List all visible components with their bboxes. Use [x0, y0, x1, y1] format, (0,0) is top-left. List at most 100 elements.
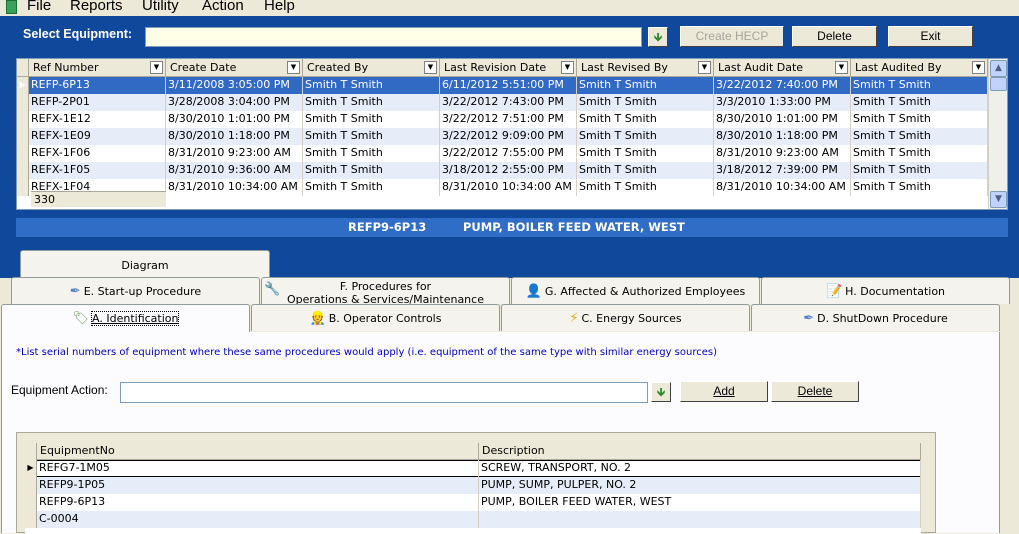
equipment-action-dropdown-button[interactable]: 🡻 [651, 382, 671, 402]
table-row[interactable]: C-0004 [25, 511, 921, 528]
column-header-last-revised-by[interactable]: Last Revised By ▼ [577, 59, 714, 77]
menu-utility[interactable]: Utility [142, 0, 179, 14]
tab-shutdown-procedure[interactable]: ✒ D. ShutDown Procedure [751, 304, 1000, 331]
table-row[interactable]: REFX-1E12 8/30/2010 1:01:00 PM Smith T Smi… [17, 111, 988, 128]
row-selector[interactable] [17, 179, 29, 196]
column-header-description[interactable]: Description [479, 443, 921, 460]
table-cell: 8/31/2010 10:34:00 AM [440, 179, 577, 196]
table-row[interactable]: REFP-2P01 3/28/2008 3:04:00 PM Smith T Smi… [17, 94, 988, 111]
table-row[interactable]: REFP9-6P13 PUMP, BOILER FEED WATER, WEST [25, 494, 921, 511]
row-selector[interactable] [17, 128, 29, 145]
table-row[interactable]: REFX-1F06 8/31/2010 9:23:00 AM Smith T Smi… [17, 145, 988, 162]
table-cell: Smith T Smith [303, 179, 440, 196]
table-cell [479, 511, 921, 528]
record-count: 330 [31, 191, 166, 207]
table-row[interactable]: REFP9-1P05 PUMP, SUMP, PULPER, NO. 2 [25, 477, 921, 494]
filter-dropdown-icon[interactable]: ▼ [561, 61, 574, 74]
tab-procedures-operations[interactable]: 🔧 F. Procedures for Operations & Service… [261, 277, 510, 306]
table-cell: 8/31/2010 10:34:00 AM [714, 179, 851, 196]
table-cell: Smith T Smith [851, 94, 988, 111]
column-header-last-audited-by[interactable]: Last Audited By ▼ [851, 59, 988, 77]
lightning-icon: ⚡ [569, 311, 579, 326]
column-header-created-by[interactable]: Created By ▼ [303, 59, 440, 77]
tab-diagram[interactable]: Diagram [20, 250, 270, 280]
delete-identification-button[interactable]: Delete [771, 381, 859, 402]
table-row[interactable]: ▶ REFP-6P13 3/11/2008 3:05:00 PM Smith T Sm… [17, 77, 988, 94]
add-button[interactable]: Add [680, 381, 768, 402]
exit-button[interactable]: Exit [888, 26, 973, 47]
column-header-last-audit-date[interactable]: Last Audit Date ▼ [714, 59, 851, 77]
table-cell: 8/31/2010 10:34:00 AM [166, 179, 303, 196]
table-cell: REFX-1E09 [29, 128, 166, 145]
row-selector[interactable]: ▶ [17, 77, 29, 94]
tab-startup-procedure[interactable]: ✒ E. Start-up Procedure [11, 277, 260, 304]
column-header-equipmentno[interactable]: EquipmentNo [37, 443, 479, 460]
row-selector[interactable] [25, 511, 37, 528]
table-cell: Smith T Smith [851, 111, 988, 128]
filter-dropdown-icon[interactable]: ▼ [698, 61, 711, 74]
table-cell: 3/18/2012 2:55:00 PM [440, 162, 577, 179]
scroll-up-icon[interactable]: ▲ [990, 60, 1007, 77]
table-cell: 3/22/2012 9:09:00 PM [440, 128, 577, 145]
grid-corner [17, 59, 29, 77]
tab-operator-controls[interactable]: 👷 B. Operator Controls [251, 304, 500, 331]
select-equipment-input[interactable] [145, 27, 642, 47]
scroll-down-icon[interactable]: ▼ [990, 191, 1007, 208]
table-cell: 3/22/2012 7:43:00 PM [440, 94, 577, 111]
table-cell: Smith T Smith [851, 77, 988, 94]
scroll-thumb[interactable] [990, 77, 1007, 91]
tab-documentation[interactable]: 📝 H. Documentation [761, 277, 1010, 304]
row-selector[interactable] [17, 111, 29, 128]
table-cell: 3/11/2008 3:05:00 PM [166, 77, 303, 94]
row-selector[interactable] [25, 477, 37, 494]
filter-dropdown-icon[interactable]: ▼ [972, 61, 985, 74]
tab-label: A. Identification [91, 311, 180, 326]
create-hecp-button[interactable]: Create HECP [680, 26, 784, 47]
document-icon: 📝 [825, 284, 843, 299]
equipment-action-input[interactable] [120, 382, 648, 403]
equipment-action-label: Equipment Action: [11, 383, 108, 397]
menu-reports[interactable]: Reports [70, 0, 123, 14]
row-selector[interactable] [17, 162, 29, 179]
table-cell: C-0004 [37, 511, 479, 528]
column-header-last-revision-date[interactable]: Last Revision Date ▼ [440, 59, 577, 77]
menu-help[interactable]: Help [264, 0, 295, 14]
row-selector[interactable] [17, 94, 29, 111]
menu-file[interactable]: File [27, 0, 51, 14]
row-selector[interactable]: ▶ [25, 460, 37, 477]
tab-label: C. Energy Sources [581, 312, 682, 325]
table-cell: Smith T Smith [303, 128, 440, 145]
table-cell: 3/22/2012 7:51:00 PM [440, 111, 577, 128]
tab-identification[interactable]: 🏷 A. Identification [1, 304, 250, 333]
filter-dropdown-icon[interactable]: ▼ [150, 61, 163, 74]
table-cell: REFP-2P01 [29, 94, 166, 111]
table-row[interactable]: REFX-1E09 8/30/2010 1:18:00 PM Smith T Smi… [17, 128, 988, 145]
menu-action[interactable]: Action [202, 0, 244, 14]
table-cell: Smith T Smith [577, 111, 714, 128]
tab-energy-sources[interactable]: ⚡ C. Energy Sources [501, 304, 750, 331]
table-cell: Smith T Smith [577, 94, 714, 111]
delete-equipment-button[interactable]: Delete [792, 26, 877, 47]
table-cell: Smith T Smith [577, 179, 714, 196]
column-header-create-date[interactable]: Create Date ▼ [166, 59, 303, 77]
identification-grid: EquipmentNo Description ▶ REFG7-1M05 SCREW… [25, 443, 921, 534]
table-cell: REFP-6P13 [29, 77, 166, 94]
table-cell: 8/31/2010 9:23:00 AM [714, 145, 851, 162]
table-cell: Smith T Smith [577, 145, 714, 162]
select-equipment-dropdown-button[interactable]: 🡻 [648, 27, 668, 47]
tab-affected-authorized-employees[interactable]: 👤 G. Affected & Authorized Employees [511, 277, 760, 304]
filter-dropdown-icon[interactable]: ▼ [424, 61, 437, 74]
column-header-ref-number[interactable]: Ref Number ▼ [29, 59, 166, 77]
table-cell: 8/31/2010 9:23:00 AM [166, 145, 303, 162]
tab-label: G. Affected & Authorized Employees [544, 285, 746, 298]
table-cell: 3/28/2008 3:04:00 PM [166, 94, 303, 111]
filter-dropdown-icon[interactable]: ▼ [287, 61, 300, 74]
table-row[interactable]: ▶ REFG7-1M05 SCREW, TRANSPORT, NO. 2 [25, 460, 921, 477]
table-cell: Smith T Smith [303, 111, 440, 128]
row-selector[interactable] [25, 494, 37, 511]
row-selector[interactable] [17, 145, 29, 162]
vertical-scrollbar[interactable]: ▲ ▼ [988, 59, 1007, 209]
filter-dropdown-icon[interactable]: ▼ [835, 61, 848, 74]
table-row[interactable]: REFX-1F05 8/31/2010 9:36:00 AM Smith T Smi… [17, 162, 988, 179]
table-cell: REFP9-1P05 [37, 477, 479, 494]
